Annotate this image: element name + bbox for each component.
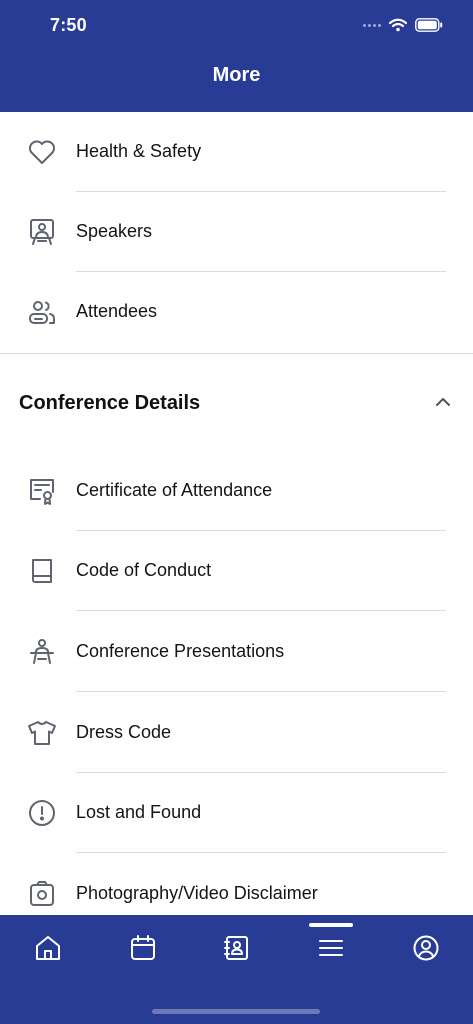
menu-item-label: Photography/Video Disclaimer — [76, 883, 318, 903]
menu-item-label: Lost and Found — [76, 802, 202, 822]
tab-more[interactable] — [316, 933, 346, 963]
calendar-icon — [131, 935, 155, 960]
users-icon — [26, 296, 58, 328]
menu-item-label: Certificate of Attendance — [76, 480, 273, 500]
camera-icon — [26, 878, 58, 910]
menu-item-code-of-conduct[interactable]: Code of Conduct — [0, 531, 473, 611]
menu-item-dress-code[interactable]: Dress Code — [0, 693, 473, 773]
menu-icon — [319, 940, 343, 956]
contact-book-icon — [224, 936, 248, 960]
tab-home[interactable] — [33, 933, 63, 963]
book-icon — [26, 555, 58, 587]
menu-item-label: Health & Safety — [76, 141, 202, 161]
divider — [76, 852, 446, 853]
menu-item-label: Dress Code — [76, 722, 172, 742]
podium-icon — [26, 636, 58, 668]
shirt-icon — [26, 717, 58, 749]
bottom-tab-bar — [0, 915, 473, 1024]
menu-item-health-safety[interactable]: Health & Safety — [0, 112, 473, 192]
section-header-conference-details[interactable]: Conference Details — [0, 370, 473, 436]
divider — [76, 610, 446, 611]
page-title: More — [212, 64, 261, 86]
tab-contacts[interactable] — [222, 933, 252, 963]
status-icons — [363, 18, 443, 32]
active-tab-indicator — [309, 923, 353, 927]
section-divider — [0, 353, 473, 354]
menu-item-lost-and-found[interactable]: Lost and Found — [0, 773, 473, 853]
tab-profile[interactable] — [411, 933, 441, 963]
menu-item-certificate-of-attendance[interactable]: Certificate of Attendance — [0, 451, 473, 531]
menu-item-label: Speakers — [76, 221, 153, 241]
home-icon — [36, 936, 60, 960]
home-indicator[interactable] — [152, 1009, 320, 1014]
wifi-icon — [389, 18, 407, 32]
menu-item-label: Conference Presentations — [76, 641, 285, 661]
section-title: Conference Details — [19, 392, 201, 414]
alert-circle-icon — [26, 797, 58, 829]
chevron-up-icon[interactable] — [433, 392, 453, 412]
divider — [76, 691, 446, 692]
profile-icon — [413, 935, 439, 961]
tab-calendar[interactable] — [128, 933, 158, 963]
cellular-signal-icon — [363, 23, 381, 27]
battery-icon — [415, 18, 443, 32]
menu-item-speakers[interactable]: Speakers — [0, 192, 473, 272]
app-header: 7:50 More — [0, 0, 473, 112]
heart-icon — [26, 136, 58, 168]
menu-item-conference-presentations[interactable]: Conference Presentations — [0, 612, 473, 692]
certificate-icon — [26, 475, 58, 507]
menu-item-label: Code of Conduct — [76, 560, 212, 580]
menu-item-attendees[interactable]: Attendees — [0, 272, 473, 352]
presenter-icon — [26, 216, 58, 248]
status-time: 7:50 — [50, 15, 87, 35]
menu-item-label: Attendees — [76, 301, 158, 321]
